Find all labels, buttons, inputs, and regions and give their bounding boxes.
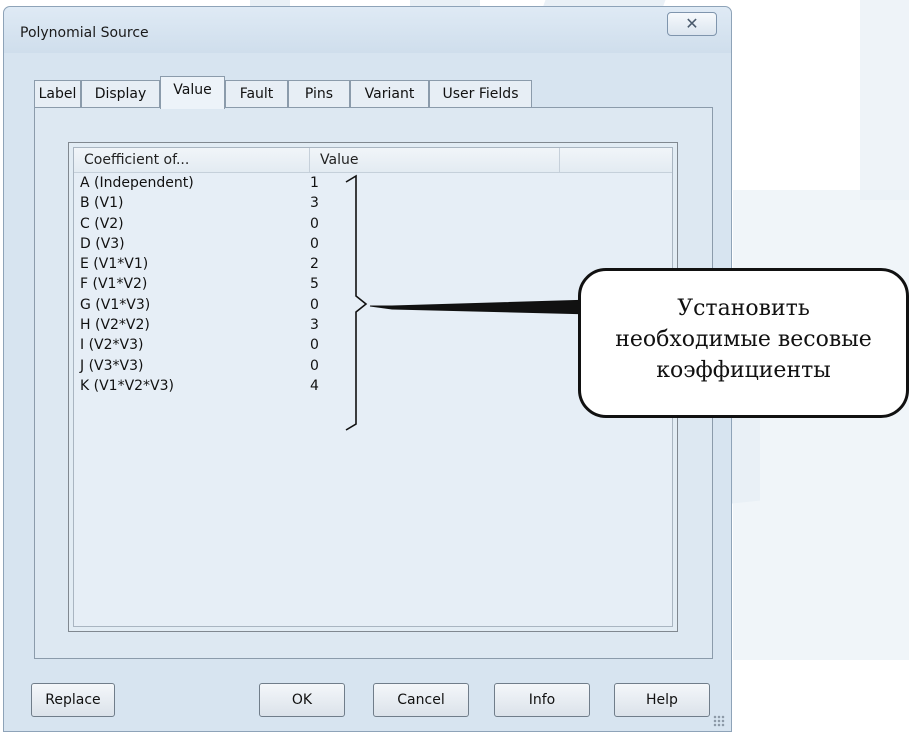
callout-text: Установить необходимые весовые коэффицие…: [615, 296, 872, 383]
table-row[interactable]: B (V1) 3: [74, 194, 672, 214]
coefficient-value[interactable]: 3: [310, 317, 319, 333]
tab-pins[interactable]: Pins: [288, 80, 350, 108]
tab-user-fields[interactable]: User Fields: [429, 80, 532, 108]
coefficient-name: A (Independent): [80, 175, 194, 191]
coefficient-value[interactable]: 0: [310, 358, 319, 374]
coefficient-value[interactable]: 0: [310, 236, 319, 252]
table-header: Coefficient of... Value: [74, 148, 672, 173]
cancel-button[interactable]: Cancel: [373, 683, 469, 717]
coefficient-name: H (V2*V2): [80, 317, 150, 334]
watermark-shape: [860, 0, 909, 200]
table-row[interactable]: C (V2) 0: [74, 215, 672, 235]
coefficient-name: D (V3): [80, 235, 125, 252]
coefficient-name: K (V1*V2*V3): [80, 377, 175, 394]
coefficient-value[interactable]: 0: [310, 216, 319, 232]
coefficient-value[interactable]: 0: [310, 297, 319, 313]
coefficient-value[interactable]: 3: [310, 195, 319, 211]
title-bar[interactable]: Polynomial Source ✕: [4, 7, 731, 53]
coefficient-value[interactable]: 5: [310, 276, 319, 292]
coefficient-name: G (V1*V3): [80, 296, 151, 313]
replace-button[interactable]: Replace: [31, 683, 115, 717]
coefficient-name: J (V3*V3): [80, 357, 144, 374]
tab-display[interactable]: Display: [81, 80, 160, 108]
tab-value[interactable]: Value: [160, 76, 225, 109]
help-button[interactable]: Help: [614, 683, 710, 717]
window-title: Polynomial Source: [20, 25, 149, 41]
callout-box: Установить необходимые весовые коэффицие…: [578, 268, 909, 418]
coefficient-name: E (V1*V1): [80, 256, 149, 273]
column-header-value[interactable]: Value: [310, 148, 560, 172]
coefficient-value[interactable]: 0: [310, 337, 319, 353]
close-icon: ✕: [685, 14, 699, 33]
watermark-shape: [733, 190, 909, 660]
coefficient-name: C (V2): [80, 215, 124, 232]
coefficient-value[interactable]: 4: [310, 378, 319, 394]
resize-grip-icon[interactable]: [713, 715, 725, 727]
coefficient-value[interactable]: 2: [310, 256, 319, 272]
coefficient-name: F (V1*V2): [80, 276, 148, 293]
tab-label[interactable]: Label: [34, 80, 81, 108]
coefficient-value[interactable]: 1: [310, 175, 319, 191]
column-header-coefficient[interactable]: Coefficient of...: [74, 148, 310, 172]
ok-button[interactable]: OK: [259, 683, 345, 717]
coefficient-name: B (V1): [80, 195, 124, 212]
coefficient-name: I (V2*V3): [80, 337, 144, 354]
info-button[interactable]: Info: [494, 683, 590, 717]
table-row[interactable]: D (V3) 0: [74, 235, 672, 255]
tab-variant[interactable]: Variant: [350, 80, 429, 108]
close-button[interactable]: ✕: [667, 12, 717, 36]
tab-fault[interactable]: Fault: [225, 80, 288, 108]
table-row[interactable]: A (Independent) 1: [74, 174, 672, 194]
table-row[interactable]: E (V1*V1) 2: [74, 255, 672, 275]
